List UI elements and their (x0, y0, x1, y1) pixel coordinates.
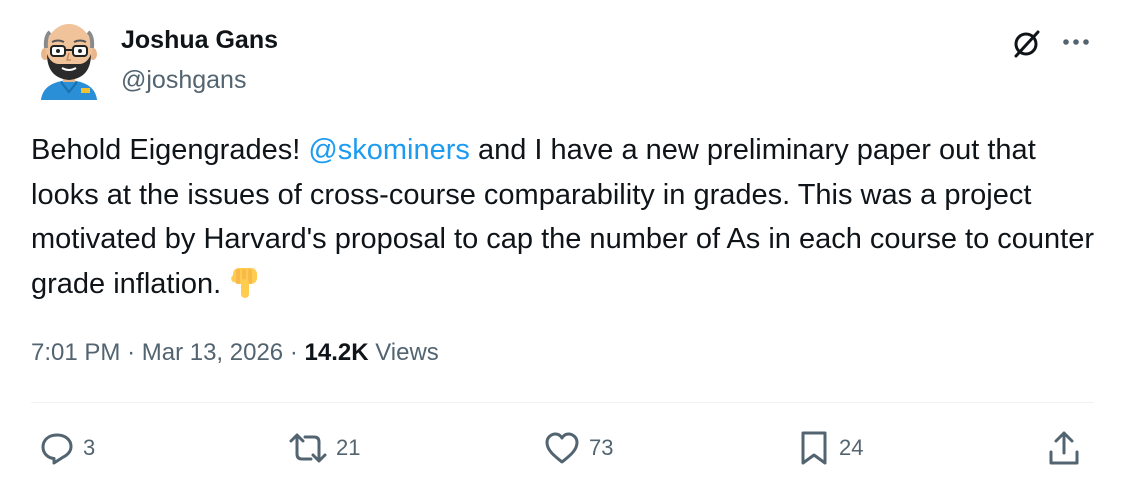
reply-button[interactable]: 3 (39, 428, 95, 468)
like-button[interactable]: 73 (543, 428, 613, 468)
tweet-meta: 7:01 PM · Mar 13, 2026 · 14.2K Views (31, 339, 439, 367)
cartoon-avatar-icon (41, 24, 97, 100)
reply-count: 3 (83, 435, 96, 460)
tweet-date[interactable]: Mar 13, 2026 (142, 339, 283, 366)
bookmark-button[interactable]: 24 (797, 428, 863, 468)
meta-separator: · (127, 339, 136, 366)
author-handle[interactable]: @joshgans (121, 66, 246, 95)
reply-icon (41, 433, 73, 465)
author-name[interactable]: Joshua Gans (121, 26, 278, 55)
grok-icon[interactable] (1006, 24, 1046, 64)
more-options-icon[interactable] (1058, 24, 1094, 60)
tweet-time[interactable]: 7:01 PM (31, 339, 120, 366)
retweet-count: 21 (336, 435, 361, 460)
views-count: 14.2K (304, 339, 369, 366)
backhand-index-pointing-down-icon (227, 265, 263, 301)
mention-link[interactable]: @skominers (308, 134, 470, 166)
share-icon (1049, 431, 1079, 465)
bookmark-count: 24 (839, 435, 864, 460)
share-button[interactable] (1046, 428, 1082, 468)
like-count: 73 (589, 435, 614, 460)
views-label: Views (375, 339, 439, 366)
divider (31, 402, 1094, 403)
bookmark-icon (801, 431, 827, 465)
tweet-text: Behold Eigengrades! @skominers and I hav… (31, 128, 1106, 307)
heart-icon (545, 432, 579, 464)
retweet-button[interactable]: 21 (288, 428, 360, 468)
tweet-text-start: Behold Eigengrades! (31, 134, 309, 166)
retweet-icon (289, 433, 327, 463)
author-avatar[interactable] (31, 20, 107, 100)
meta-separator: · (289, 339, 298, 366)
